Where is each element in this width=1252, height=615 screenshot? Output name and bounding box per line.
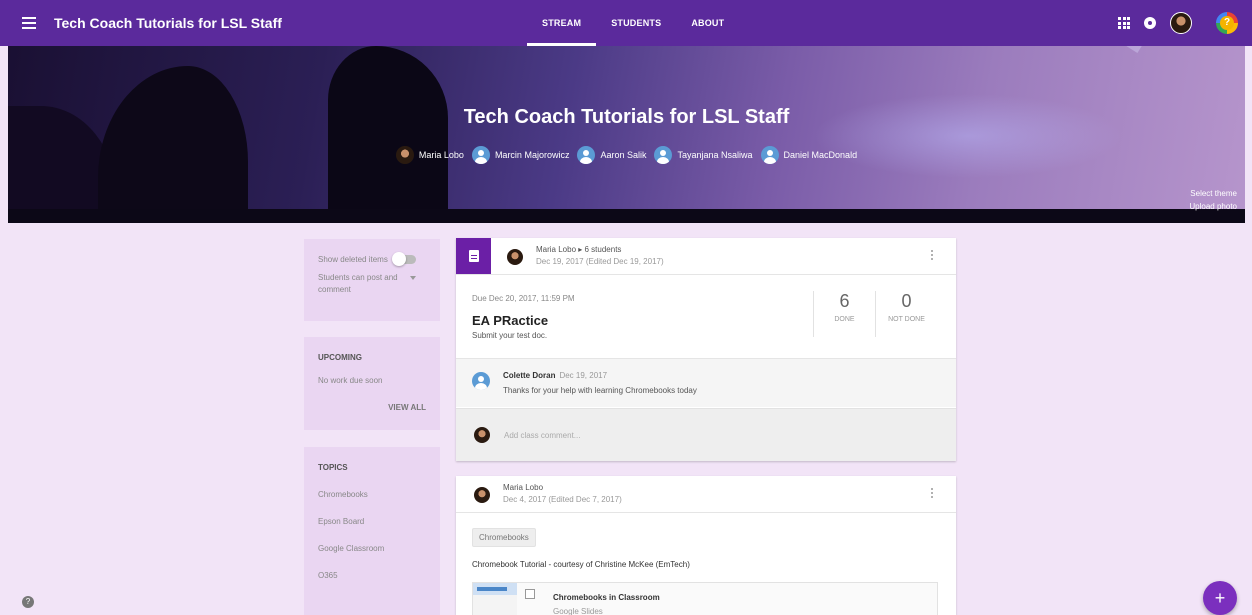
top-right-actions: ? [1118, 0, 1238, 46]
light-beam [866, 46, 1159, 53]
stream-settings-card: Show deleted items Students can post and… [304, 239, 440, 321]
assignment-title[interactable]: EA PRactice [472, 313, 548, 328]
account-avatar[interactable] [1170, 12, 1192, 34]
tab-stream[interactable]: STREAM [527, 0, 597, 46]
select-theme-link[interactable]: Select theme [1189, 187, 1237, 200]
topics-card: TOPICS Chromebooks Epson Board Google Cl… [304, 447, 440, 615]
assignment-icon [456, 238, 491, 274]
author-avatar [474, 487, 490, 503]
teacher-avatar [760, 146, 779, 164]
notifications-icon[interactable] [1144, 17, 1156, 29]
attachment-card[interactable]: Chromebooks in Classroom Google Slides [472, 582, 938, 615]
teacher-avatar [654, 146, 673, 164]
top-app-bar: Tech Coach Tutorials for LSL Staff STREA… [0, 0, 1252, 46]
topic-item[interactable]: O365 [318, 571, 426, 580]
more-options-icon[interactable] [931, 250, 934, 262]
teacher-list: Maria Lobo Marcin Majorowicz Aaron Salik… [8, 146, 1245, 164]
help-icon[interactable]: ? [1216, 12, 1238, 34]
comment-date: Dec 19, 2017 [559, 371, 608, 380]
author-name: Maria Lobo [536, 245, 577, 254]
class-title: Tech Coach Tutorials for LSL Staff [463, 106, 790, 128]
commenter-avatar [472, 372, 490, 390]
assignment-meta: Maria Lobo ▸ 6 students Dec 19, 2017 (Ed… [536, 245, 664, 266]
author-name: Maria Lobo [503, 483, 544, 492]
topic-item[interactable]: Chromebooks [318, 490, 426, 499]
author-avatar [507, 249, 523, 265]
banner-rock [98, 66, 248, 223]
post-permission-select[interactable]: Students can post and comment [318, 272, 426, 296]
banner-rock [328, 46, 448, 223]
assignment-body[interactable]: Due Dec 20, 2017, 11:59 PM EA PRactice S… [456, 275, 956, 357]
assignment-description: Submit your test doc. [472, 331, 548, 340]
audience[interactable]: 6 students [585, 245, 622, 254]
teacher-chip[interactable]: Marcin Majorowicz [471, 146, 569, 164]
done-stat[interactable]: 6 DONE [813, 291, 875, 337]
help-icon[interactable]: ? [22, 596, 34, 608]
add-comment-row[interactable]: Add class comment... [456, 408, 956, 461]
tab-students[interactable]: STUDENTS [596, 0, 676, 46]
add-comment-input[interactable]: Add class comment... [504, 431, 580, 440]
topics-heading: TOPICS [318, 463, 348, 472]
post-text: Chromebook Tutorial - courtesy of Christ… [472, 560, 690, 569]
topic-item[interactable]: Google Classroom [318, 544, 426, 553]
app-title[interactable]: Tech Coach Tutorials for LSL Staff [54, 15, 282, 31]
menu-icon[interactable] [22, 17, 36, 29]
teacher-avatar [395, 146, 414, 164]
not-done-stat[interactable]: 0 NOT DONE [875, 291, 937, 337]
assignment-card: Maria Lobo ▸ 6 students Dec 19, 2017 (Ed… [456, 238, 956, 461]
banner-ground [8, 209, 1245, 223]
assignment-header: Maria Lobo ▸ 6 students Dec 19, 2017 (Ed… [456, 238, 956, 275]
more-options-icon[interactable] [931, 488, 934, 500]
attachment-title[interactable]: Chromebooks in Classroom [553, 593, 660, 602]
topic-chip[interactable]: Chromebooks [472, 528, 536, 547]
teacher-chip[interactable]: Daniel MacDonald [760, 146, 857, 164]
teacher-avatar [577, 146, 596, 164]
apps-grid-icon[interactable] [1118, 17, 1130, 29]
slides-icon [525, 589, 535, 599]
current-user-avatar [474, 427, 490, 443]
upcoming-card: UPCOMING No work due soon VIEW ALL [304, 337, 440, 430]
commenter-name: Colette Doran Dec 19, 2017 [503, 371, 608, 380]
class-comment: Colette Doran Dec 19, 2017 Thanks for you… [456, 358, 956, 407]
due-date: Due Dec 20, 2017, 11:59 PM [472, 294, 575, 303]
tab-bar: STREAM STUDENTS ABOUT [527, 0, 739, 46]
upload-photo-link[interactable]: Upload photo [1189, 200, 1237, 213]
attachment-type: Google Slides [553, 607, 603, 615]
announcement-meta: Maria Lobo Dec 4, 2017 (Edited Dec 7, 20… [503, 482, 622, 506]
post-permission-label: Students can post and comment [318, 273, 398, 294]
post-date: Dec 4, 2017 (Edited Dec 7, 2017) [503, 495, 622, 504]
add-button[interactable]: + [1203, 581, 1237, 615]
chevron-down-icon [410, 276, 416, 280]
teacher-chip[interactable]: Tayanjana Nsaliwa [654, 146, 753, 164]
tab-about[interactable]: ABOUT [676, 0, 739, 46]
comment-text: Thanks for your help with learning Chrom… [503, 386, 697, 395]
teacher-chip[interactable]: Maria Lobo [395, 146, 464, 164]
class-banner: Tech Coach Tutorials for LSL Staff Maria… [8, 46, 1245, 223]
show-deleted-toggle[interactable] [391, 252, 416, 266]
post-date: Dec 19, 2017 (Edited Dec 19, 2017) [536, 257, 664, 266]
theme-links: Select theme Upload photo [1189, 187, 1237, 213]
upcoming-text: No work due soon [318, 376, 383, 385]
announcement-header: Maria Lobo Dec 4, 2017 (Edited Dec 7, 20… [456, 476, 956, 513]
show-deleted-label: Show deleted items [318, 255, 388, 264]
view-all-button[interactable]: VIEW ALL [388, 403, 426, 412]
attachment-thumbnail [473, 583, 517, 615]
topic-item[interactable]: Epson Board [318, 517, 426, 526]
teacher-avatar [471, 146, 490, 164]
upcoming-heading: UPCOMING [318, 353, 362, 362]
teacher-chip[interactable]: Aaron Salik [577, 146, 646, 164]
announcement-card: Maria Lobo Dec 4, 2017 (Edited Dec 7, 20… [456, 476, 956, 615]
